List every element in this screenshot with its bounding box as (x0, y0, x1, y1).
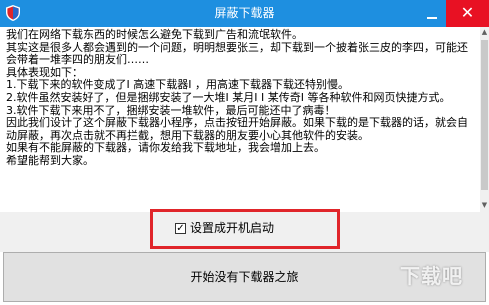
minimize-button[interactable] (418, 0, 446, 27)
close-button[interactable]: ✕ (446, 0, 489, 27)
scrollbar-thumb[interactable] (481, 40, 488, 190)
autostart-checkbox[interactable]: ✓ (175, 223, 186, 234)
scroll-up-icon[interactable]: ▲ (480, 27, 489, 38)
watermark-logo: 下载吧 (400, 264, 463, 288)
scroll-down-icon[interactable]: ▼ (480, 200, 489, 211)
window-title: 屏蔽下载器 (214, 6, 275, 20)
autostart-label[interactable]: 设置成开机启动 (190, 220, 274, 236)
description-text[interactable]: 我们在网络下载东西的时候怎么避免下载到广告和流氓软件。 其实这是很多人都会遇到的… (3, 27, 479, 212)
